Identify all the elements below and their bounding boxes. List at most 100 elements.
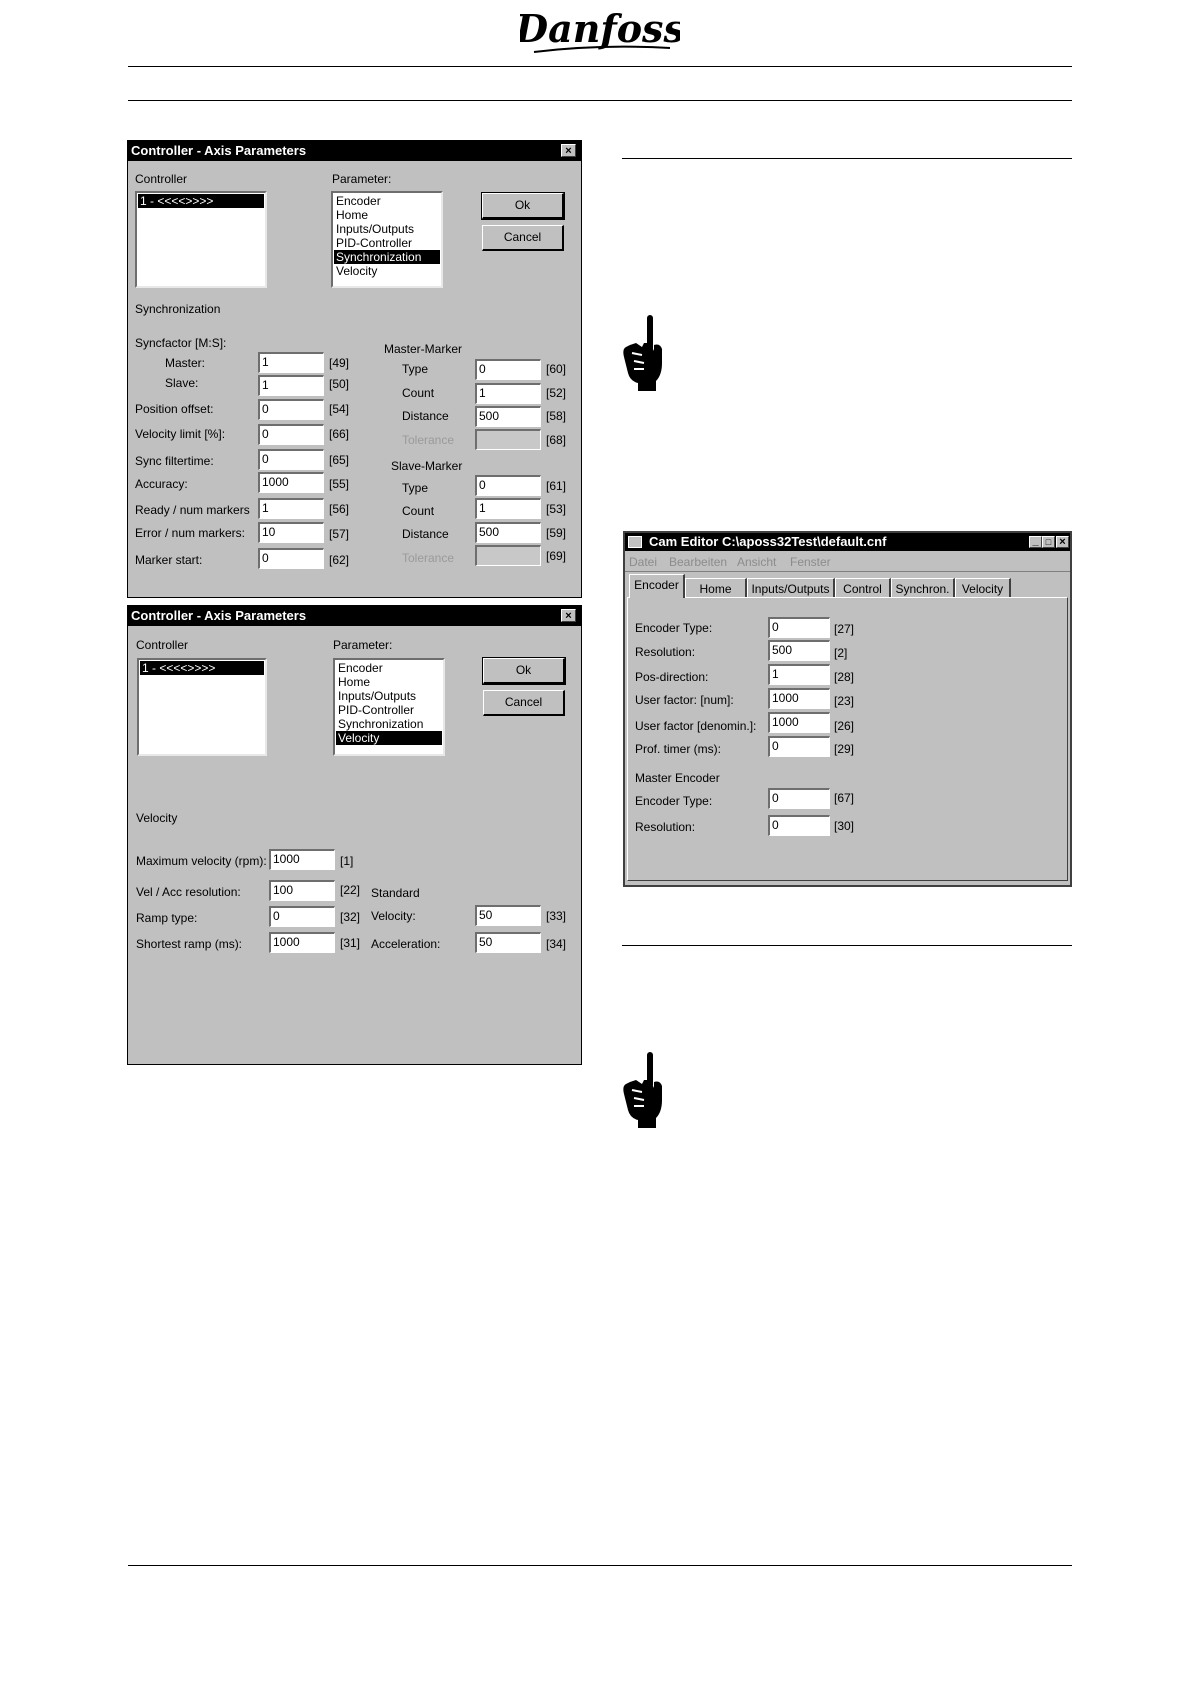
vel-acc-resolution-label: Vel / Acc resolution: — [136, 885, 241, 899]
parameter-item-synchronization[interactable]: Synchronization — [336, 717, 442, 731]
error-num-markers-input[interactable]: 10 — [258, 522, 324, 543]
param-code: [58] — [546, 409, 567, 423]
menu-ansicht[interactable]: Ansicht — [737, 555, 776, 569]
master-resolution-label: Resolution: — [635, 820, 696, 834]
section-title: Velocity — [136, 811, 178, 825]
parameter-item-home[interactable]: Home — [336, 675, 442, 689]
parameter-item-inputs-outputs[interactable]: Inputs/Outputs — [334, 222, 440, 236]
parameter-item-home[interactable]: Home — [334, 208, 440, 222]
controller-list[interactable]: 1 - <<<<>>>> — [137, 658, 267, 756]
shortest-ramp-input[interactable]: 1000 — [269, 932, 335, 953]
parameter-list[interactable]: Encoder Home Inputs/Outputs PID-Controll… — [331, 191, 443, 288]
parameter-item-velocity[interactable]: Velocity — [336, 731, 442, 745]
pos-direction-input[interactable]: 1 — [768, 664, 830, 685]
param-code: [23] — [834, 694, 855, 708]
cancel-button[interactable]: Cancel — [483, 690, 565, 716]
maximize-button[interactable]: □ — [1042, 536, 1055, 548]
marker-start-input[interactable]: 0 — [258, 548, 324, 569]
header-rule-bottom — [128, 100, 1072, 101]
header-rule-top — [128, 66, 1072, 67]
controller-list[interactable]: 1 - <<<<>>>> — [135, 191, 267, 288]
sync-filtertime-input[interactable]: 0 — [258, 449, 324, 470]
param-code: [66] — [329, 427, 350, 441]
parameter-item-synchronization[interactable]: Synchronization — [334, 250, 440, 264]
param-code: [22] — [340, 883, 361, 897]
master-count-label: Count — [402, 386, 435, 400]
close-button[interactable]: × — [561, 609, 576, 622]
master-tolerance-input — [475, 429, 541, 450]
param-code: [57] — [329, 527, 350, 541]
close-button[interactable]: × — [1056, 536, 1069, 548]
param-code: [26] — [834, 719, 855, 733]
vel-acc-resolution-input[interactable]: 100 — [269, 880, 335, 901]
master-count-input[interactable]: 1 — [475, 383, 541, 404]
max-velocity-input[interactable]: 1000 — [269, 849, 335, 870]
user-factor-denomin-input[interactable]: 1000 — [768, 712, 830, 733]
master-resolution-input[interactable]: 0 — [768, 815, 830, 836]
marker-start-label: Marker start: — [135, 553, 203, 567]
slave-tolerance-input — [475, 545, 541, 566]
parameter-item-inputs-outputs[interactable]: Inputs/Outputs — [336, 689, 442, 703]
param-code: [29] — [834, 742, 855, 756]
parameter-item-pid-controller[interactable]: PID-Controller — [336, 703, 442, 717]
master-encoder-type-input[interactable]: 0 — [768, 788, 830, 809]
shortest-ramp-label: Shortest ramp (ms): — [136, 937, 243, 951]
menu-bearbeiten[interactable]: Bearbeiten — [669, 555, 727, 569]
cancel-button[interactable]: Cancel — [482, 225, 564, 251]
master-distance-input[interactable]: 500 — [475, 406, 541, 427]
accuracy-input[interactable]: 1000 — [258, 472, 324, 493]
tab-home[interactable]: Home — [685, 578, 747, 598]
master-input[interactable]: 1 — [258, 352, 324, 373]
position-offset-input[interactable]: 0 — [258, 399, 324, 420]
std-acceleration-input[interactable]: 50 — [475, 932, 541, 953]
user-factor-num-input[interactable]: 1000 — [768, 688, 830, 709]
right-column-rule-2 — [622, 945, 1072, 946]
encoder-type-label: Encoder Type: — [635, 621, 713, 635]
std-velocity-input[interactable]: 50 — [475, 905, 541, 926]
minimize-button[interactable]: _ — [1029, 536, 1042, 548]
velocity-limit-input[interactable]: 0 — [258, 424, 324, 445]
master-type-input[interactable]: 0 — [475, 359, 541, 380]
dialog-title: Controller - Axis Parameters — [131, 608, 307, 623]
slave-type-input[interactable]: 0 — [475, 475, 541, 496]
menu-divider — [625, 571, 1070, 572]
param-code: [30] — [834, 819, 855, 833]
ramp-type-input[interactable]: 0 — [269, 906, 335, 927]
menu-datei[interactable]: Datei — [629, 555, 657, 569]
master-encoder-label: Master Encoder — [635, 771, 720, 785]
tab-inputs-outputs[interactable]: Inputs/Outputs — [747, 578, 835, 598]
user-factor-num-label: User factor: [num]: — [635, 693, 734, 707]
master-encoder-type-label: Encoder Type: — [635, 794, 713, 808]
param-code: [65] — [329, 453, 350, 467]
slave-distance-input[interactable]: 500 — [475, 522, 541, 543]
tab-control[interactable]: Control — [835, 578, 891, 598]
ok-button[interactable]: Ok — [481, 192, 565, 220]
controller-list-item[interactable]: 1 - <<<<>>>> — [138, 194, 264, 208]
close-button[interactable]: × — [561, 144, 576, 157]
parameter-item-encoder[interactable]: Encoder — [336, 661, 442, 675]
note-hand-icon — [620, 313, 666, 393]
encoder-type-input[interactable]: 0 — [768, 617, 830, 638]
menu-fenster[interactable]: Fenster — [790, 555, 831, 569]
ready-num-markers-input[interactable]: 1 — [258, 498, 324, 519]
tab-velocity[interactable]: Velocity — [955, 578, 1011, 598]
resolution-input[interactable]: 500 — [768, 640, 830, 661]
parameter-list[interactable]: Encoder Home Inputs/Outputs PID-Controll… — [333, 658, 445, 756]
prof-timer-input[interactable]: 0 — [768, 736, 830, 757]
ok-button[interactable]: Ok — [482, 657, 566, 685]
pos-direction-label: Pos-direction: — [635, 670, 709, 684]
tab-encoder[interactable]: Encoder — [629, 574, 685, 598]
tab-synchron[interactable]: Synchron. — [891, 578, 955, 598]
max-velocity-label: Maximum velocity (rpm): — [136, 854, 267, 868]
parameter-item-pid-controller[interactable]: PID-Controller — [334, 236, 440, 250]
cam-editor-window: Cam Editor C:\aposs32Test\default.cnf _ … — [623, 531, 1072, 887]
std-velocity-label: Velocity: — [371, 909, 416, 923]
slave-count-input[interactable]: 1 — [475, 498, 541, 519]
axis-parameters-dialog-velocity: Controller - Axis Parameters × Controlle… — [127, 605, 582, 1065]
master-marker-label: Master-Marker — [384, 342, 463, 356]
parameter-item-velocity[interactable]: Velocity — [334, 264, 440, 278]
slave-input[interactable]: 1 — [258, 375, 324, 396]
parameter-item-encoder[interactable]: Encoder — [334, 194, 440, 208]
controller-list-item[interactable]: 1 - <<<<>>>> — [140, 661, 264, 675]
slave-distance-label: Distance — [402, 527, 449, 541]
